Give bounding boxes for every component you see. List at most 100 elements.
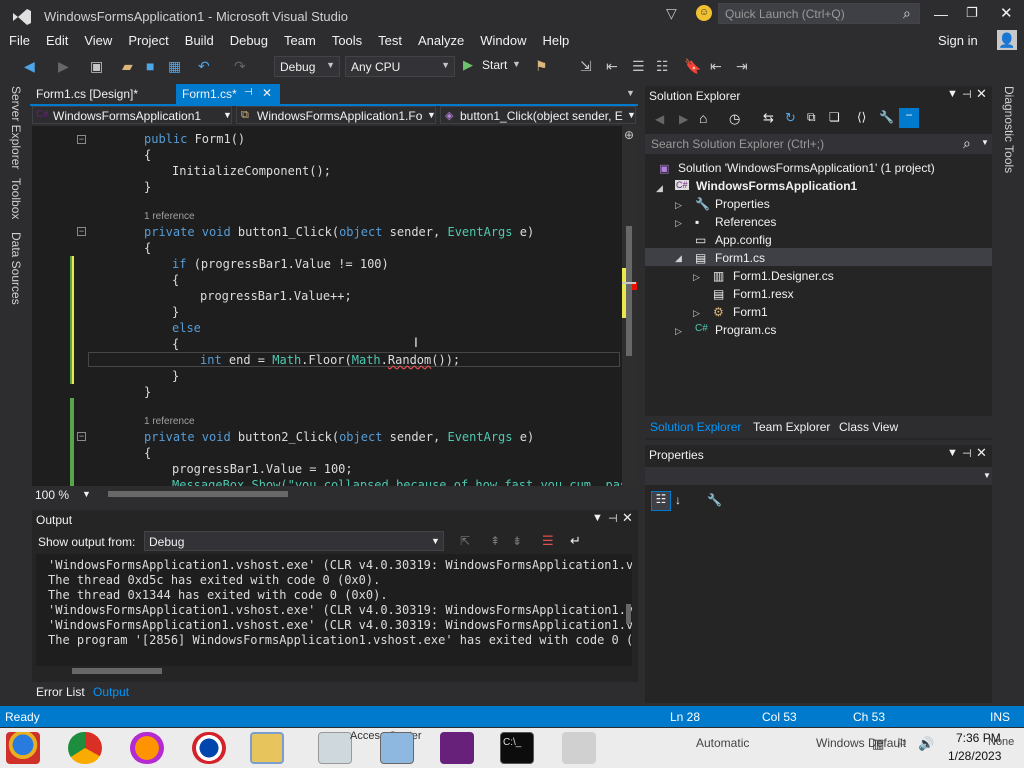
forward-icon[interactable]: ▶ [679,112,688,126]
zoom-level[interactable]: 100 % [35,488,69,502]
close-pane-icon[interactable]: ✕ [622,510,633,526]
server-explorer-tab[interactable]: Server Explorer [9,86,23,169]
indent-icon[interactable]: ⇤ [606,58,618,74]
categorized-icon[interactable]: ☷ [651,491,671,511]
codelens-reference[interactable]: 1 reference [144,416,195,427]
open-file-icon[interactable]: ▰ [122,58,133,74]
pin-icon[interactable]: ⊣ [962,88,972,101]
minimize-icon[interactable]: — [934,6,948,22]
tree-solution[interactable]: Solution 'WindowsFormsApplication1' (1 p… [678,161,935,175]
start-orb-icon[interactable] [6,732,40,764]
code-editor[interactable]: − − − public Form1() { InitializeCompone… [32,126,638,486]
preview-selected-icon[interactable]: − [899,108,919,128]
codelens-reference[interactable]: 1 reference [144,211,195,222]
pin-icon[interactable]: ⊣ [608,512,618,525]
clear-all-icon[interactable]: ☰ [542,533,554,549]
bookmark-icon[interactable]: 🔖 [684,58,701,74]
close-pane-icon[interactable]: ✕ [976,86,987,102]
collapse-arrow-icon[interactable]: ▷ [693,272,700,283]
close-window-icon[interactable]: ✕ [1000,4,1013,22]
scrollbar-thumb[interactable] [626,226,632,356]
find-message-icon[interactable]: ⇱ [460,534,470,548]
ease-of-access-icon[interactable] [318,732,352,764]
menu-window[interactable]: Window [471,30,533,48]
expand-arrow-icon[interactable]: ◢ [656,183,663,194]
filter-icon[interactable]: ▽ [666,5,677,22]
tab-solution-explorer[interactable]: Solution Explorer [650,420,741,434]
alphabetical-icon[interactable]: ↓ [675,493,681,507]
tab-form-designer[interactable]: Form1.cs [Design]* [30,84,170,104]
toolbox-tab[interactable]: Toolbox [9,178,23,219]
firefox-icon[interactable] [130,732,164,764]
close-pane-icon[interactable]: ✕ [976,445,987,461]
word-wrap-icon[interactable]: ↵ [570,533,581,549]
member-nav-dropdown[interactable]: ◈ button1_Click(object sender, E ▼ [440,106,636,124]
tab-overflow-icon[interactable]: ▼ [626,88,635,98]
home-icon[interactable]: ⌂ [699,110,707,126]
next-message-icon[interactable]: ⇟ [512,534,522,548]
diagnostic-tools-tab[interactable]: Diagnostic Tools [1002,86,1016,173]
menu-test[interactable]: Test [369,30,409,48]
properties-object-dropdown[interactable]: ▼ [645,467,992,485]
config-dropdown[interactable]: Debug ▼ [274,56,340,77]
close-tab-icon[interactable]: ✕ [262,86,272,100]
output-source-dropdown[interactable]: Debug ▼ [144,531,444,551]
save-all-icon[interactable]: ▦ [168,58,181,74]
collapse-all-icon[interactable]: ⧉ [807,110,816,125]
tree-form1-designer[interactable]: Form1.Designer.cs [733,269,834,283]
action-center-icon[interactable]: ⚐ [896,736,908,752]
volume-icon[interactable]: 🔊 [918,736,934,752]
collapse-arrow-icon[interactable]: ▷ [675,218,682,229]
menu-edit[interactable]: Edit [37,30,75,48]
redo-icon[interactable]: ↷ [234,58,246,74]
collapse-arrow-icon[interactable]: ▷ [675,200,682,211]
avatar[interactable]: 👤 [997,30,1017,50]
menu-help[interactable]: Help [534,30,577,48]
forward-icon[interactable]: ▶ [58,58,69,74]
view-code-icon[interactable]: ⟨⟩ [857,110,866,124]
collapse-arrow-icon[interactable]: ▷ [675,326,682,337]
editor-vertical-scrollbar[interactable] [622,126,638,486]
comment-icon[interactable]: ☰ [632,58,645,74]
tree-program-cs[interactable]: Program.cs [715,323,776,337]
tree-properties[interactable]: Properties [715,197,770,211]
class-nav-dropdown[interactable]: ⧉ WindowsFormsApplication1.Fo ▼ [236,106,436,124]
next-bookmark-icon[interactable]: ⇥ [736,58,748,74]
output-horizontal-scrollbar[interactable] [72,668,162,674]
menu-tools[interactable]: Tools [323,30,369,48]
tree-project[interactable]: WindowsFormsApplication1 [696,179,857,193]
menu-file[interactable]: File [0,30,37,48]
window-position-icon[interactable]: ▼ [947,447,958,459]
show-all-files-icon[interactable]: ❏ [829,110,840,124]
clock-date[interactable]: 1/28/2023 [948,749,1001,763]
expand-arrow-icon[interactable]: ◢ [675,253,682,264]
fold-toggle-icon[interactable]: − [77,135,86,144]
tab-form-code[interactable]: Form1.cs* ⊣ ✕ [176,84,280,104]
menu-analyze[interactable]: Analyze [409,30,471,48]
tab-output[interactable]: Output [93,685,129,699]
app-window-icon[interactable] [562,732,596,764]
property-pages-icon[interactable]: 🔧 [707,493,722,507]
quick-launch-box[interactable]: Quick Launch (Ctrl+Q) ⌕ [718,3,920,24]
tree-form1-cs[interactable]: Form1.cs [715,251,765,265]
back-icon[interactable]: ◀ [24,58,35,74]
tab-class-view[interactable]: Class View [839,420,898,434]
tree-app-config[interactable]: App.config [715,233,772,247]
browse-icon[interactable]: ⚑ [535,58,548,74]
window-position-icon[interactable]: ▼ [592,512,603,524]
back-icon[interactable]: ◀ [655,112,664,126]
menu-build[interactable]: Build [176,30,221,48]
fold-toggle-icon[interactable]: − [77,432,86,441]
feedback-smiley-icon[interactable]: ☺ [696,5,712,21]
output-text-area[interactable]: 'WindowsFormsApplication1.vshost.exe' (C… [36,554,632,666]
menu-team[interactable]: Team [275,30,323,48]
window-position-icon[interactable]: ▼ [947,88,958,100]
pin-icon[interactable]: ⊣ [962,447,972,460]
project-nav-dropdown[interactable]: C# WindowsFormsApplication1 ▼ [32,106,232,124]
pending-changes-icon[interactable]: ◷ [729,111,740,127]
platform-dropdown[interactable]: Any CPU ▼ [345,56,455,77]
file-explorer-icon[interactable] [250,732,284,764]
undo-icon[interactable]: ↶ [198,58,210,74]
split-editor-icon[interactable]: ⊕ [624,128,634,142]
data-sources-tab[interactable]: Data Sources [9,232,23,305]
